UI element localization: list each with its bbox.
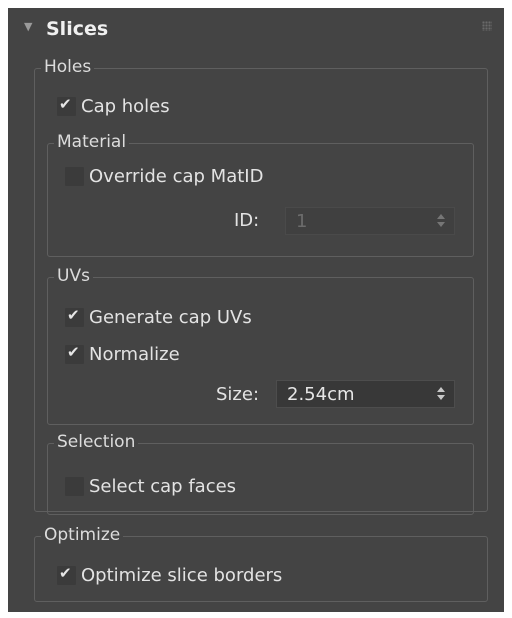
drag-grip-icon[interactable] <box>482 21 492 31</box>
selection-group: Selection Select cap faces <box>47 431 474 515</box>
generate-cap-uvs-row[interactable]: Generate cap UVs <box>65 305 252 329</box>
optimize-group: Optimize Optimize slice borders <box>34 524 488 602</box>
size-spinner[interactable]: 2.54cm <box>276 380 455 408</box>
select-cap-faces-label: Select cap faces <box>89 475 237 497</box>
override-cap-matid-row[interactable]: Override cap MatID <box>65 164 263 188</box>
uvs-group: UVs Generate cap UVs Normalize Size: 2.5… <box>47 265 474 425</box>
holes-group-title: Holes <box>41 56 95 78</box>
generate-cap-uvs-checkbox[interactable] <box>65 306 84 327</box>
holes-group: Holes Cap holes Material Override cap Ma… <box>34 56 488 515</box>
uvs-group-title: UVs <box>54 265 93 287</box>
rollout-title: Slices <box>46 18 109 40</box>
material-group-title: Material <box>54 131 130 153</box>
collapse-arrow-icon[interactable]: ▼ <box>24 20 32 33</box>
spinner-arrows-icon[interactable] <box>437 213 446 229</box>
id-spinner-value: 1 <box>296 211 308 232</box>
slices-rollout: ▼ Slices Holes Cap holes Material Overri… <box>8 8 504 612</box>
optimize-group-title: Optimize <box>41 524 124 546</box>
optimize-slice-borders-label: Optimize slice borders <box>81 564 283 586</box>
id-label: ID: <box>234 210 260 231</box>
normalize-checkbox[interactable] <box>65 343 84 364</box>
cap-holes-label: Cap holes <box>81 95 170 117</box>
selection-group-title: Selection <box>54 431 139 453</box>
select-cap-faces-checkbox[interactable] <box>65 476 84 496</box>
material-group: Material Override cap MatID ID: 1 <box>47 131 474 257</box>
size-spinner-value: 2.54cm <box>287 384 355 405</box>
normalize-row[interactable]: Normalize <box>65 342 180 366</box>
override-cap-matid-checkbox[interactable] <box>65 166 84 186</box>
id-spinner[interactable]: 1 <box>285 207 455 235</box>
optimize-slice-borders-checkbox[interactable] <box>57 564 76 585</box>
cap-holes-checkbox-row[interactable]: Cap holes <box>57 94 170 118</box>
select-cap-faces-row[interactable]: Select cap faces <box>65 474 236 498</box>
rollout-header[interactable]: ▼ Slices <box>8 8 504 50</box>
optimize-slice-borders-row[interactable]: Optimize slice borders <box>57 563 282 587</box>
normalize-label: Normalize <box>89 343 180 365</box>
generate-cap-uvs-label: Generate cap UVs <box>89 306 252 328</box>
spinner-arrows-icon[interactable] <box>437 386 446 402</box>
size-label: Size: <box>216 384 260 405</box>
cap-holes-checkbox[interactable] <box>57 95 76 116</box>
override-cap-matid-label: Override cap MatID <box>89 165 264 187</box>
